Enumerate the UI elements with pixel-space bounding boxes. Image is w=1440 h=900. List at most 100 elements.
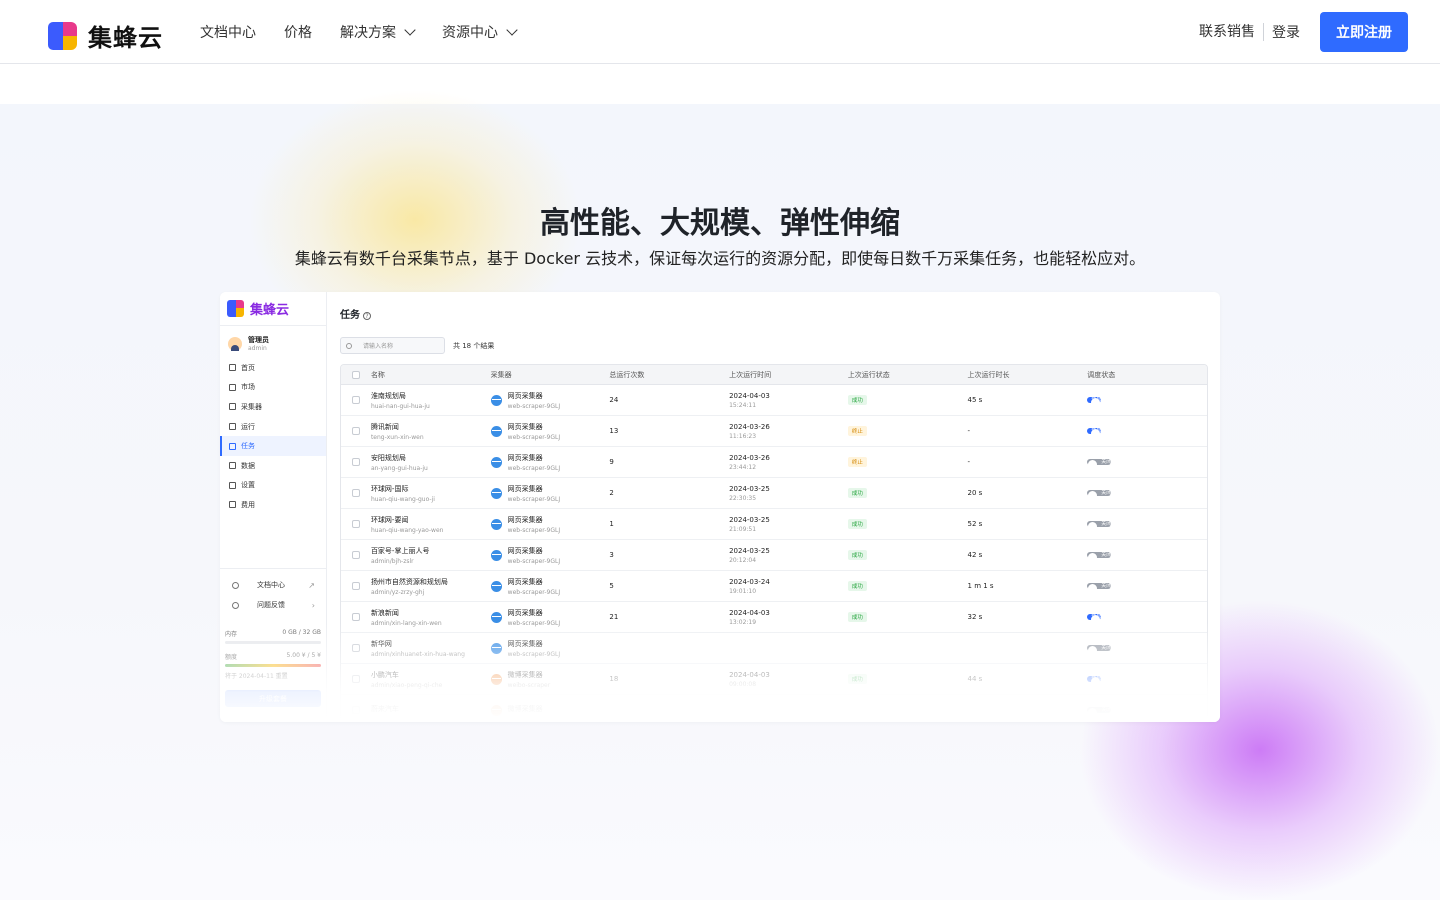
row-checkbox[interactable] — [351, 520, 360, 528]
task-name[interactable]: 百家号-掌上丽人号 — [371, 546, 491, 556]
column-header[interactable]: 名称 — [371, 370, 491, 380]
schedule-toggle[interactable]: 关闭 — [1087, 706, 1112, 713]
row-checkbox[interactable] — [351, 613, 360, 621]
table-row[interactable]: 安阳规划局 an-yang-gui-hua-ju 网页采集器 web-scraper-… — [341, 447, 1207, 478]
select-all-checkbox[interactable] — [351, 370, 360, 379]
schedule-toggle[interactable]: 开启 — [1087, 675, 1102, 682]
table-row[interactable]: 淮南规划局 huai-nan-gui-hua-ju 网页采集器 web-scraper… — [341, 385, 1207, 416]
scraper-name[interactable]: 网页采集器 — [508, 515, 560, 525]
last-run-date: 2024-03-25 — [729, 546, 770, 555]
row-checkbox[interactable] — [351, 427, 360, 435]
sidebar-item-market[interactable]: 市场 — [220, 378, 326, 398]
table-row[interactable]: 环球网-国际 huan-qiu-wang-guo-ji 网页采集器 web-scrap… — [341, 478, 1207, 509]
task-name[interactable]: 扬州市自然资源和规划局 — [371, 577, 491, 587]
column-header[interactable]: 上次运行时长 — [968, 370, 1088, 380]
column-header[interactable]: 采集器 — [491, 370, 610, 380]
nav-link-resources[interactable]: 资源中心 — [442, 22, 518, 42]
status-badge: 成功 — [847, 612, 867, 622]
schedule-toggle[interactable]: 开启 — [1087, 427, 1102, 434]
task-name[interactable]: 新华网 — [371, 639, 491, 649]
task-slug: an-yang-gui-hua-ju — [370, 464, 428, 472]
task-name[interactable]: 蔚来汽车 — [371, 704, 491, 714]
scraper-name[interactable]: 网页采集器 — [508, 484, 560, 494]
table-row[interactable]: 腾讯新闻 teng-xun-xin-wen 网页采集器 web-scraper-9GL… — [341, 416, 1207, 447]
table-row[interactable]: 扬州市自然资源和规划局 admin/yz-zrzy-ghj 网页采集器 web-scr… — [341, 571, 1207, 602]
last-run-time: 13:02:19 — [729, 618, 757, 626]
contact-sales-link[interactable]: 联系销售 — [1199, 23, 1264, 41]
scraper-name[interactable]: 网页采集器 — [508, 422, 560, 432]
upgrade-button[interactable]: 升级套餐 — [225, 690, 321, 707]
sidebar-item-tasks[interactable]: 任务 — [220, 436, 326, 456]
schedule-toggle[interactable]: 关闭 — [1087, 551, 1112, 558]
scraper-name[interactable]: 网页采集器 — [508, 453, 560, 463]
column-header[interactable]: 总运行次数 — [609, 370, 729, 380]
schedule-toggle[interactable]: 关闭 — [1087, 458, 1112, 465]
last-run-date: 2024-03-26 — [729, 422, 770, 431]
schedule-toggle[interactable]: 关闭 — [1087, 520, 1112, 527]
row-checkbox[interactable] — [351, 396, 360, 404]
column-header[interactable]: 上次运行时间 — [729, 370, 848, 380]
user-profile[interactable]: 管理员 admin — [220, 326, 326, 352]
scraper-name[interactable]: 网页采集器 — [508, 546, 560, 556]
chevron-down-icon — [506, 24, 518, 36]
table-row[interactable]: 新浪新闻 admin/xin-lang-xin-wen 网页采集器 web-scrap… — [341, 602, 1207, 633]
sidebar-item-data[interactable]: 数据 — [220, 456, 326, 476]
table-row[interactable]: 蔚来汽车 微博采集器 关闭 — [341, 695, 1207, 722]
task-name[interactable]: 安阳规划局 — [371, 453, 491, 463]
row-checkbox[interactable] — [351, 644, 360, 652]
nav-link-solutions[interactable]: 解决方案 — [340, 22, 416, 42]
task-name[interactable]: 环球网-国际 — [371, 484, 491, 494]
table-row[interactable]: 新华网 admin/xinhuanet-xin-hua-wang 网页采集器 web-… — [341, 633, 1207, 664]
run-count: 21 — [609, 613, 619, 621]
login-link[interactable]: 登录 — [1272, 22, 1300, 42]
column-header[interactable]: 上次运行状态 — [848, 370, 968, 380]
schedule-toggle[interactable]: 关闭 — [1087, 489, 1112, 496]
task-name[interactable]: 小鹏汽车 — [371, 670, 491, 680]
scraper-name[interactable]: 网页采集器 — [508, 639, 560, 649]
task-name[interactable]: 新浪新闻 — [371, 608, 491, 618]
scraper-name[interactable]: 微博采集器 — [508, 704, 543, 714]
row-checkbox[interactable] — [351, 489, 360, 497]
row-checkbox[interactable] — [351, 458, 360, 466]
signup-button[interactable]: 立即注册 — [1320, 12, 1408, 52]
globe-icon — [490, 642, 502, 654]
brand-logo[interactable]: 集蜂云 — [48, 18, 163, 53]
schedule-toggle[interactable]: 关闭 — [1087, 644, 1112, 651]
sidebar-link-docs[interactable]: 文档中心 ↗ — [220, 575, 327, 595]
status-badge: 终止 — [847, 426, 867, 436]
sidebar-item-scrapers[interactable]: 采集器 — [220, 397, 326, 417]
schedule-toggle[interactable]: 开启 — [1087, 396, 1102, 403]
sidebar-link-feedback[interactable]: 问题反馈 › — [220, 595, 327, 615]
table-row[interactable]: 小鹏汽车 admin/xiao-peng-qi-che 微博采集器 weibo-scr… — [341, 664, 1207, 695]
last-run-time: 21:09:51 — [729, 525, 757, 533]
scraper-name[interactable]: 微博采集器 — [508, 670, 551, 680]
sidebar-item-settings[interactable]: 设置 — [220, 476, 326, 496]
table-row[interactable]: 环球网-要闻 huan-qiu-wang-yao-wen 网页采集器 web-scra… — [341, 509, 1207, 540]
sidebar-item-runs[interactable]: 运行 — [220, 417, 326, 437]
task-slug: admin/bjh-zslr — [370, 557, 414, 565]
sidebar-item-home[interactable]: 首页 — [220, 358, 326, 378]
nav-link-pricing[interactable]: 价格 — [284, 22, 312, 42]
nav-link-docs[interactable]: 文档中心 — [200, 22, 256, 42]
scraper-name[interactable]: 网页采集器 — [508, 608, 560, 618]
row-checkbox[interactable] — [351, 551, 360, 559]
scraper-name[interactable]: 网页采集器 — [508, 577, 560, 587]
schedule-toggle[interactable]: 开启 — [1087, 613, 1102, 620]
row-checkbox[interactable] — [351, 706, 360, 714]
task-name[interactable]: 环球网-要闻 — [371, 515, 491, 525]
task-name[interactable]: 腾讯新闻 — [371, 422, 491, 432]
globe-icon — [490, 611, 502, 623]
row-checkbox[interactable] — [351, 582, 360, 590]
status-badge: 终止 — [847, 457, 867, 467]
column-header[interactable]: 调度状态 — [1087, 370, 1207, 380]
task-name[interactable]: 淮南规划局 — [371, 391, 491, 401]
row-checkbox[interactable] — [351, 675, 360, 683]
chevron-right-icon: › — [311, 600, 315, 610]
table-row[interactable]: 百家号-掌上丽人号 admin/bjh-zslr 网页采集器 web-scraper-… — [341, 540, 1207, 571]
schedule-toggle[interactable]: 关闭 — [1087, 582, 1112, 589]
scraper-name[interactable]: 网页采集器 — [508, 391, 560, 401]
status-badge: 成功 — [847, 395, 867, 405]
search-input[interactable]: 请输入名称 — [340, 337, 445, 354]
help-icon[interactable]: ? — [363, 312, 371, 320]
sidebar-item-billing[interactable]: 费用 — [220, 495, 326, 515]
